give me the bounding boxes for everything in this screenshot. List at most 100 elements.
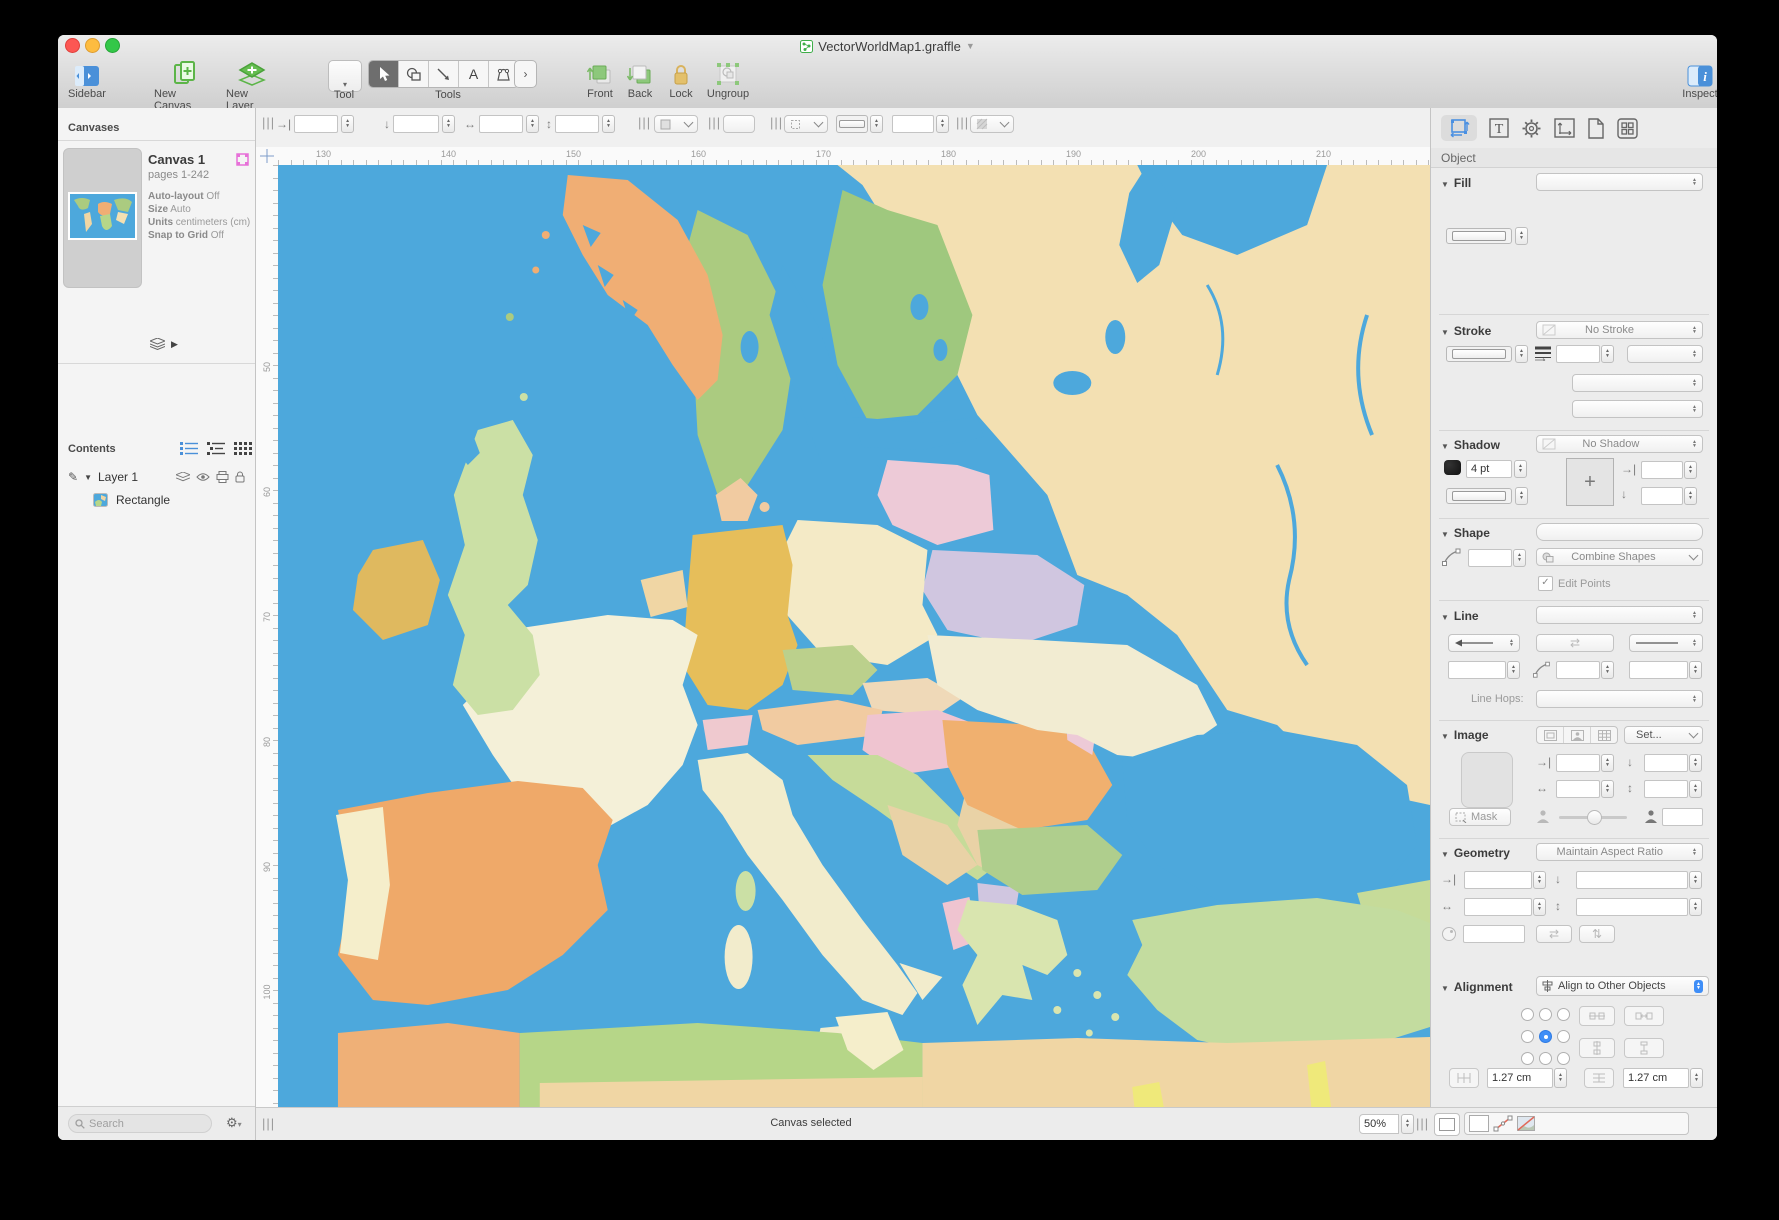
title-chevron-icon[interactable]: ▼ xyxy=(966,41,975,51)
image-width-field[interactable] xyxy=(1556,780,1600,798)
tab-document[interactable] xyxy=(1587,118,1605,139)
stroke-stepper[interactable]: ▲▼ xyxy=(870,115,883,133)
v-spacing-field[interactable]: 1.27 cm xyxy=(1623,1068,1689,1088)
new-canvas-button[interactable]: New Canvas xyxy=(154,57,216,112)
ungroup-button[interactable]: Ungroup xyxy=(700,57,756,100)
canvas-layers-toggle[interactable]: ▶ xyxy=(150,338,178,350)
more-tools-button[interactable]: › xyxy=(514,60,537,88)
grip-icon[interactable]: ||| xyxy=(708,115,721,130)
layer-row[interactable]: ✎ ▼ Layer 1 xyxy=(58,466,255,488)
distribute-h-button[interactable] xyxy=(1579,1006,1615,1026)
fill-type-dropdown[interactable]: ▲▼ xyxy=(1536,173,1703,191)
edit-points-checkbox[interactable]: ✓ xyxy=(1538,576,1553,591)
shadow-blur-stepper[interactable]: ▲▼ xyxy=(1514,460,1527,478)
mask-button[interactable]: Mask xyxy=(1449,808,1511,826)
line-start-size-stepper[interactable]: ▲▼ xyxy=(1507,661,1520,679)
aspect-ratio-dropdown[interactable]: Maintain Aspect Ratio▲▼ xyxy=(1536,843,1703,861)
layer-stack-icon[interactable] xyxy=(176,472,190,483)
shape-tool-button[interactable] xyxy=(399,61,429,87)
x-position-stepper[interactable]: ▲▼ xyxy=(341,115,354,133)
grip-icon[interactable]: ||| xyxy=(1416,1116,1429,1131)
image-x-field[interactable] xyxy=(1556,754,1600,772)
stroke-thickness-icon[interactable] xyxy=(1534,346,1552,361)
image-y-field[interactable] xyxy=(1644,754,1688,772)
height-stepper[interactable]: ▲▼ xyxy=(602,115,615,133)
swap-arrows-button[interactable]: ⇄ xyxy=(1536,634,1614,652)
width-stepper[interactable]: ▲▼ xyxy=(526,115,539,133)
tab-properties[interactable] xyxy=(1521,118,1542,139)
line-curve-field[interactable] xyxy=(1556,661,1600,679)
back-button[interactable]: Back xyxy=(618,57,662,100)
image-height-field[interactable] xyxy=(1644,780,1688,798)
anchor-top-left[interactable] xyxy=(1521,1008,1534,1021)
anchor-bottom-right[interactable] xyxy=(1557,1052,1570,1065)
y-position-stepper[interactable]: ▲▼ xyxy=(442,115,455,133)
image-set-dropdown[interactable]: Set... xyxy=(1624,726,1703,744)
space-h-button[interactable] xyxy=(1624,1006,1664,1026)
line-end-size-field[interactable] xyxy=(1629,661,1688,679)
anchor-middle-left[interactable] xyxy=(1521,1030,1534,1043)
tab-stencils[interactable] xyxy=(1617,118,1638,139)
image-y-stepper[interactable]: ▲▼ xyxy=(1689,754,1702,772)
disclosure-down-icon[interactable]: ▼ xyxy=(84,473,92,482)
h-spacing-button[interactable] xyxy=(1449,1068,1479,1088)
geometry-width-stepper[interactable]: ▲▼ xyxy=(1533,898,1546,916)
canvas-viewport[interactable] xyxy=(278,165,1430,1108)
grip-icon[interactable]: ||| xyxy=(262,1116,275,1131)
ruler-corner[interactable] xyxy=(256,147,279,166)
image-natural-button[interactable] xyxy=(1537,727,1564,743)
geometry-x-field[interactable] xyxy=(1464,871,1532,889)
grip-icon[interactable]: ||| xyxy=(638,115,651,130)
visibility-eye-icon[interactable] xyxy=(196,472,210,482)
anchor-top-center[interactable] xyxy=(1539,1008,1552,1021)
geometry-x-stepper[interactable]: ▲▼ xyxy=(1533,871,1546,889)
shadow-y-stepper[interactable]: ▲▼ xyxy=(1684,487,1697,505)
geometry-y-field[interactable] xyxy=(1576,871,1688,889)
stroke-cap-dropdown[interactable]: ▲▼ xyxy=(1572,400,1703,418)
stroke-width-field[interactable] xyxy=(892,115,934,133)
flip-vertical-button[interactable]: ⇅ xyxy=(1579,925,1615,943)
zoom-stepper[interactable]: ▲▼ xyxy=(1401,1114,1414,1134)
front-button[interactable]: Front xyxy=(576,57,624,100)
fill-color-well[interactable] xyxy=(723,115,755,133)
shadow-y-field[interactable] xyxy=(1641,487,1683,505)
geometry-y-stepper[interactable]: ▲▼ xyxy=(1689,871,1702,889)
shadow-type-dropdown[interactable]: No Shadow▲▼ xyxy=(1536,435,1703,453)
outline-view-icon[interactable] xyxy=(207,441,225,456)
geometry-height-field[interactable] xyxy=(1576,898,1688,916)
stroke-swatch-stepper[interactable]: ▲▼ xyxy=(1515,345,1528,363)
selection-tool-button[interactable] xyxy=(369,61,399,87)
grid-view-icon[interactable] xyxy=(234,441,254,456)
h-spacing-field[interactable]: 1.27 cm xyxy=(1487,1068,1553,1088)
stroke-pattern-dropdown[interactable]: ▲▼ xyxy=(1627,345,1703,363)
height-field[interactable] xyxy=(555,115,599,133)
grip-icon[interactable]: ||| xyxy=(262,115,275,130)
image-opacity-slider[interactable] xyxy=(1559,816,1627,819)
image-stretch-button[interactable] xyxy=(1564,727,1591,743)
combine-shapes-dropdown[interactable]: Combine Shapes xyxy=(1536,548,1703,566)
x-position-field[interactable] xyxy=(294,115,338,133)
shape-radius-field[interactable] xyxy=(1468,549,1512,567)
action-menu-button[interactable]: ⚙▾ xyxy=(226,1115,242,1131)
h-spacing-stepper[interactable]: ▲▼ xyxy=(1554,1068,1567,1088)
anchor-bottom-left[interactable] xyxy=(1521,1052,1534,1065)
tab-canvas[interactable] xyxy=(1554,118,1575,138)
stroke-width-stepper[interactable]: ▲▼ xyxy=(936,115,949,133)
image-height-stepper[interactable]: ▲▼ xyxy=(1689,780,1702,798)
distribute-v-button[interactable] xyxy=(1579,1038,1615,1058)
tab-object[interactable] xyxy=(1441,115,1477,141)
image-width-stepper[interactable]: ▲▼ xyxy=(1601,780,1614,798)
tab-type[interactable]: T xyxy=(1489,118,1509,138)
inspect-button[interactable]: i Inspect xyxy=(1676,57,1717,100)
line-tool-button[interactable] xyxy=(429,61,459,87)
shadow-swatch-stepper[interactable]: ▲▼ xyxy=(1515,487,1528,505)
new-layer-button[interactable]: New Layer xyxy=(226,57,278,112)
line-end-size-stepper[interactable]: ▲▼ xyxy=(1689,661,1702,679)
stroke-type-dropdown[interactable]: No Stroke▲▼ xyxy=(1536,321,1703,339)
horizontal-ruler[interactable]: 130140150160170180190200210 xyxy=(278,147,1430,166)
stroke-width-field[interactable] xyxy=(1556,345,1600,363)
anchor-top-right[interactable] xyxy=(1557,1008,1570,1021)
shape-field[interactable] xyxy=(1536,523,1703,541)
edit-points-control[interactable]: ✓ Edit Points xyxy=(1538,576,1611,591)
line-start-size-field[interactable] xyxy=(1448,661,1506,679)
